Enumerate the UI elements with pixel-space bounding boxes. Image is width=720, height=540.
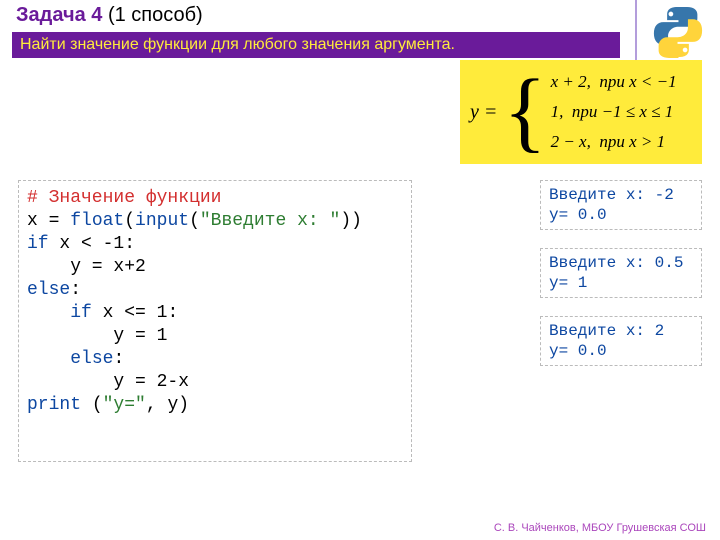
output-line: y= 0.0 xyxy=(549,205,693,225)
footer-credit: С. В. Чайченков, МБОУ Грушевская СОШ xyxy=(494,522,706,534)
code-line: if x < -1: xyxy=(27,233,403,256)
title-main: Задача 4 xyxy=(16,4,102,26)
code-line: print ("y=", y) xyxy=(27,394,403,417)
output-line: y= 0.0 xyxy=(549,341,693,361)
output-line: y= 1 xyxy=(549,273,693,293)
code-line: x = float(input("Введите x: ")) xyxy=(27,210,403,233)
title-sub: (1 способ) xyxy=(102,4,202,26)
output-box-3: Введите x: 2 y= 0.0 xyxy=(540,316,702,366)
output-line: Введите x: 2 xyxy=(549,321,693,341)
brace-icon: { xyxy=(503,67,546,157)
code-line: y = 1 xyxy=(27,325,403,348)
formula-box: y = { x + 2, при x < −1 1, при −1 ≤ x ≤ … xyxy=(460,60,702,164)
code-line: else: xyxy=(27,279,403,302)
code-line: y = x+2 xyxy=(27,256,403,279)
code-line: if x <= 1: xyxy=(27,302,403,325)
output-line: Введите x: -2 xyxy=(549,185,693,205)
python-logo-icon xyxy=(652,6,704,58)
slide-title: Задача 4 (1 способ) xyxy=(16,4,203,27)
formula-lhs: y = xyxy=(470,101,497,124)
code-box: # Значение функции x = float(input("Введ… xyxy=(18,180,412,462)
task-banner: Найти значение функции для любого значен… xyxy=(12,32,620,58)
output-line: Введите x: 0.5 xyxy=(549,253,693,273)
output-box-2: Введите x: 0.5 y= 1 xyxy=(540,248,702,298)
code-line: y = 2-x xyxy=(27,371,403,394)
code-line: else: xyxy=(27,348,403,371)
formula-cases: x + 2, при x < −1 1, при −1 ≤ x ≤ 1 2 − … xyxy=(551,72,677,152)
output-box-1: Введите x: -2 y= 0.0 xyxy=(540,180,702,230)
code-line: # Значение функции xyxy=(27,187,403,210)
